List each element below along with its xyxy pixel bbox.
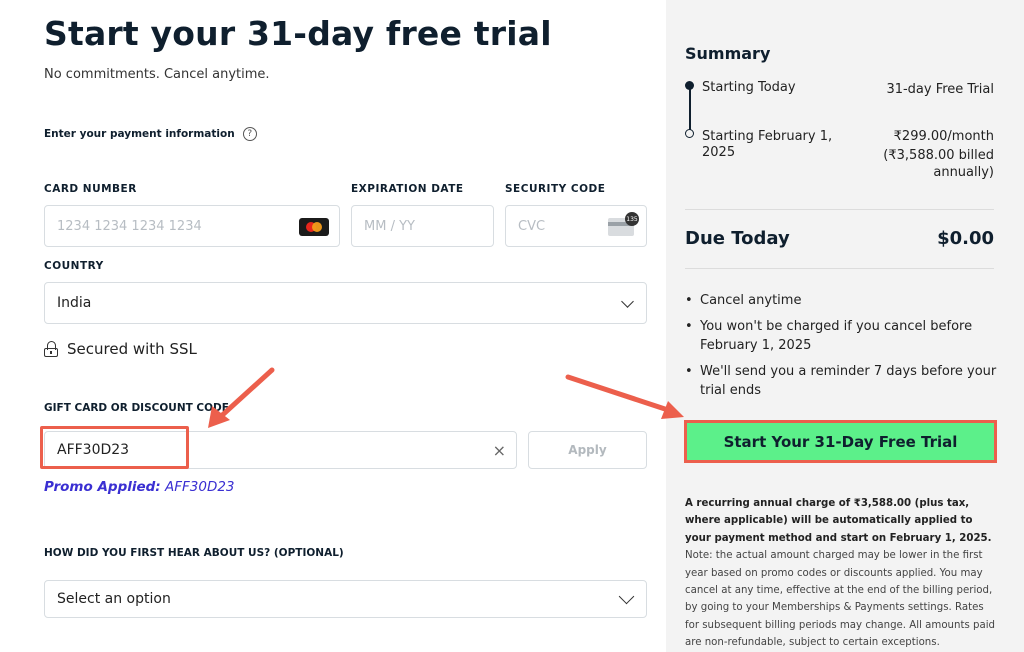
promo-applied-code: AFF30D23 [165,479,235,495]
lock-icon [44,341,58,357]
billing-label-line2: 2025 [702,145,736,161]
card-number-placeholder: 1234 1234 1234 1234 [57,218,202,234]
start-free-trial-button[interactable]: Start Your 31-Day Free Trial [684,420,997,463]
referral-select[interactable]: Select an option [44,580,647,618]
page-title: Start your 31-day free trial [44,14,552,53]
country-value: India [57,295,92,311]
discount-code-value: AFF30D23 [57,442,130,458]
legal-disclaimer: A recurring annual charge of ₹3,588.00 (… [685,495,997,652]
legal-bold-text: A recurring annual charge of ₹3,588.00 (… [685,498,992,544]
timeline-line [689,88,691,132]
discount-code-label: GIFT CARD OR DISCOUNT CODE [44,402,229,414]
card-number-label: CARD NUMBER [44,183,137,195]
benefits-list: Cancel anytime You won't be charged if y… [685,291,997,407]
summary-title: Summary [685,44,771,63]
cvc-badge: 135 [625,212,639,226]
question-circle-icon[interactable]: ? [242,127,257,141]
timeline-end-dot [685,129,694,138]
cvc-placeholder: CVC [518,218,546,234]
ssl-text: Secured with SSL [67,340,197,358]
card-number-input[interactable]: 1234 1234 1234 1234 [44,205,340,247]
expiration-date-input[interactable]: MM / YY [351,205,494,247]
summary-divider [685,209,994,210]
cvc-card-icon: 135 [608,212,639,236]
referral-value: Select an option [57,591,171,607]
chevron-down-icon [618,588,635,605]
discount-code-input[interactable]: AFF30D23 × [44,431,517,469]
list-item: We'll send you a reminder 7 days before … [685,362,997,400]
promo-applied-message: Promo Applied: AFF30D23 [44,479,235,495]
expiration-placeholder: MM / YY [364,218,415,234]
summary-row-billing-value: ₹299.00/month (₹3,588.00 billed annually… [883,129,994,181]
list-item: Cancel anytime [685,291,997,310]
list-item: You won't be charged if you cancel befor… [685,317,997,355]
billing-label-line1: Starting February 1, [702,129,833,144]
security-code-label: SECURITY CODE [505,183,606,195]
billing-value-line3: annually) [933,164,994,180]
apply-button[interactable]: Apply [528,431,647,469]
summary-row-today-label: Starting Today [702,80,796,95]
chevron-down-icon [621,295,634,308]
page-subtitle: No commitments. Cancel anytime. [44,67,270,82]
payment-section-label: Enter your payment information ? [44,127,257,141]
referral-label: HOW DID YOU FIRST HEAR ABOUT US? (OPTION… [44,547,344,559]
ssl-notice: Secured with SSL [44,340,197,358]
security-code-input[interactable]: CVC 135 [505,205,647,247]
summary-divider [685,268,994,269]
country-select[interactable]: India [44,282,647,324]
billing-value-line1: ₹299.00/month [893,129,994,144]
expiration-date-label: EXPIRATION DATE [351,183,464,195]
legal-rest-text: Note: the actual amount charged may be l… [685,550,996,649]
clear-icon[interactable]: × [493,443,506,459]
mastercard-icon [299,218,329,236]
summary-row-billing-label: Starting February 1, 2025 [702,129,832,162]
due-today-value: $0.00 [937,228,994,249]
billing-value-line2: (₹3,588.00 billed [883,148,994,164]
payment-section-text: Enter your payment information [44,128,235,140]
promo-applied-prefix: Promo Applied: [44,479,161,495]
country-label: COUNTRY [44,260,104,272]
due-today-label: Due Today [685,228,790,249]
summary-row-today-value: 31-day Free Trial [886,82,994,97]
